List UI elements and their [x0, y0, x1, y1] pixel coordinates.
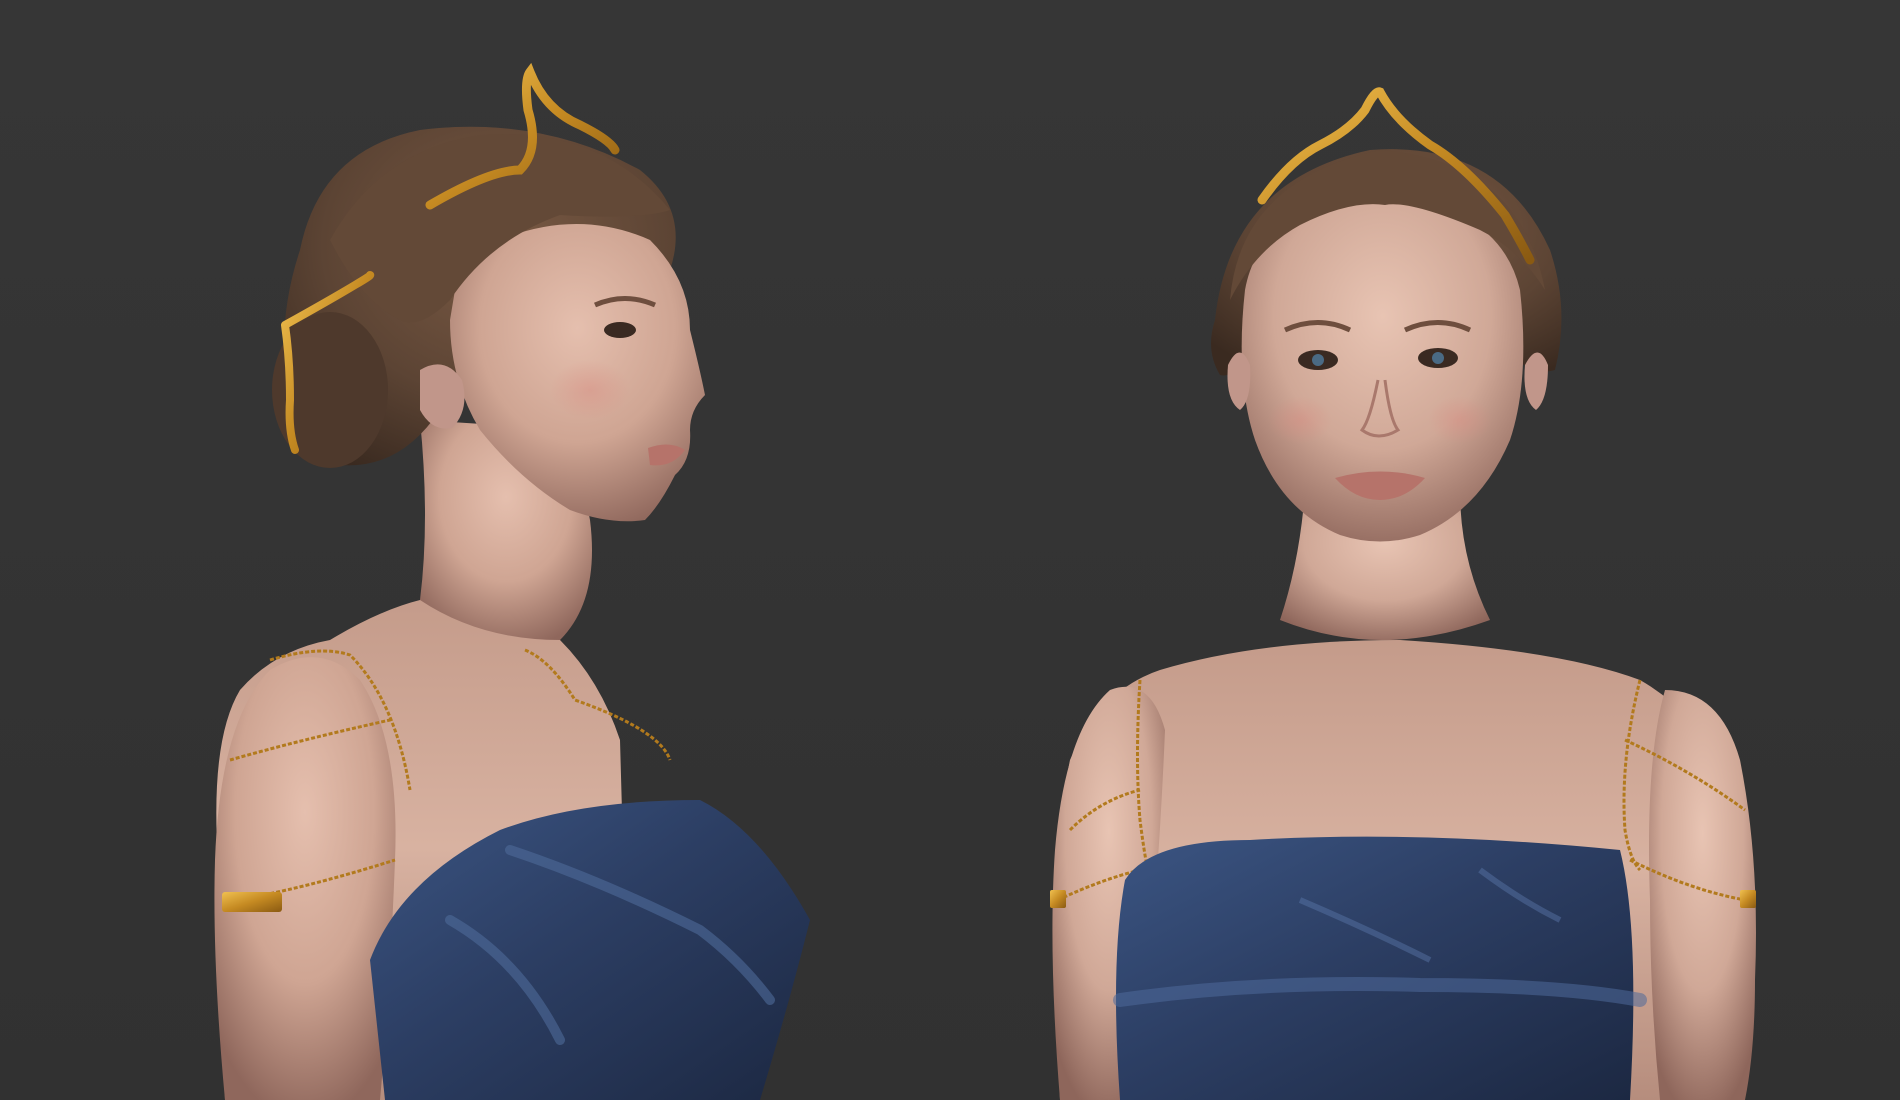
- profile-armband: [222, 892, 282, 912]
- sculpt-render-stage: [0, 0, 1900, 1100]
- front-iris-right: [1432, 352, 1444, 364]
- render-svg: [0, 0, 1900, 1100]
- front-cheek-right: [1428, 396, 1492, 444]
- profile-eye: [604, 322, 636, 338]
- render-viewport: [0, 0, 1900, 1100]
- front-iris-left: [1312, 354, 1324, 366]
- profile-near-arm: [214, 657, 396, 1100]
- profile-cheek: [550, 360, 630, 420]
- front-armband-left: [1050, 890, 1066, 908]
- front-cheek-left: [1268, 396, 1332, 444]
- front-armband-right: [1740, 890, 1756, 908]
- front-dress: [1116, 836, 1634, 1100]
